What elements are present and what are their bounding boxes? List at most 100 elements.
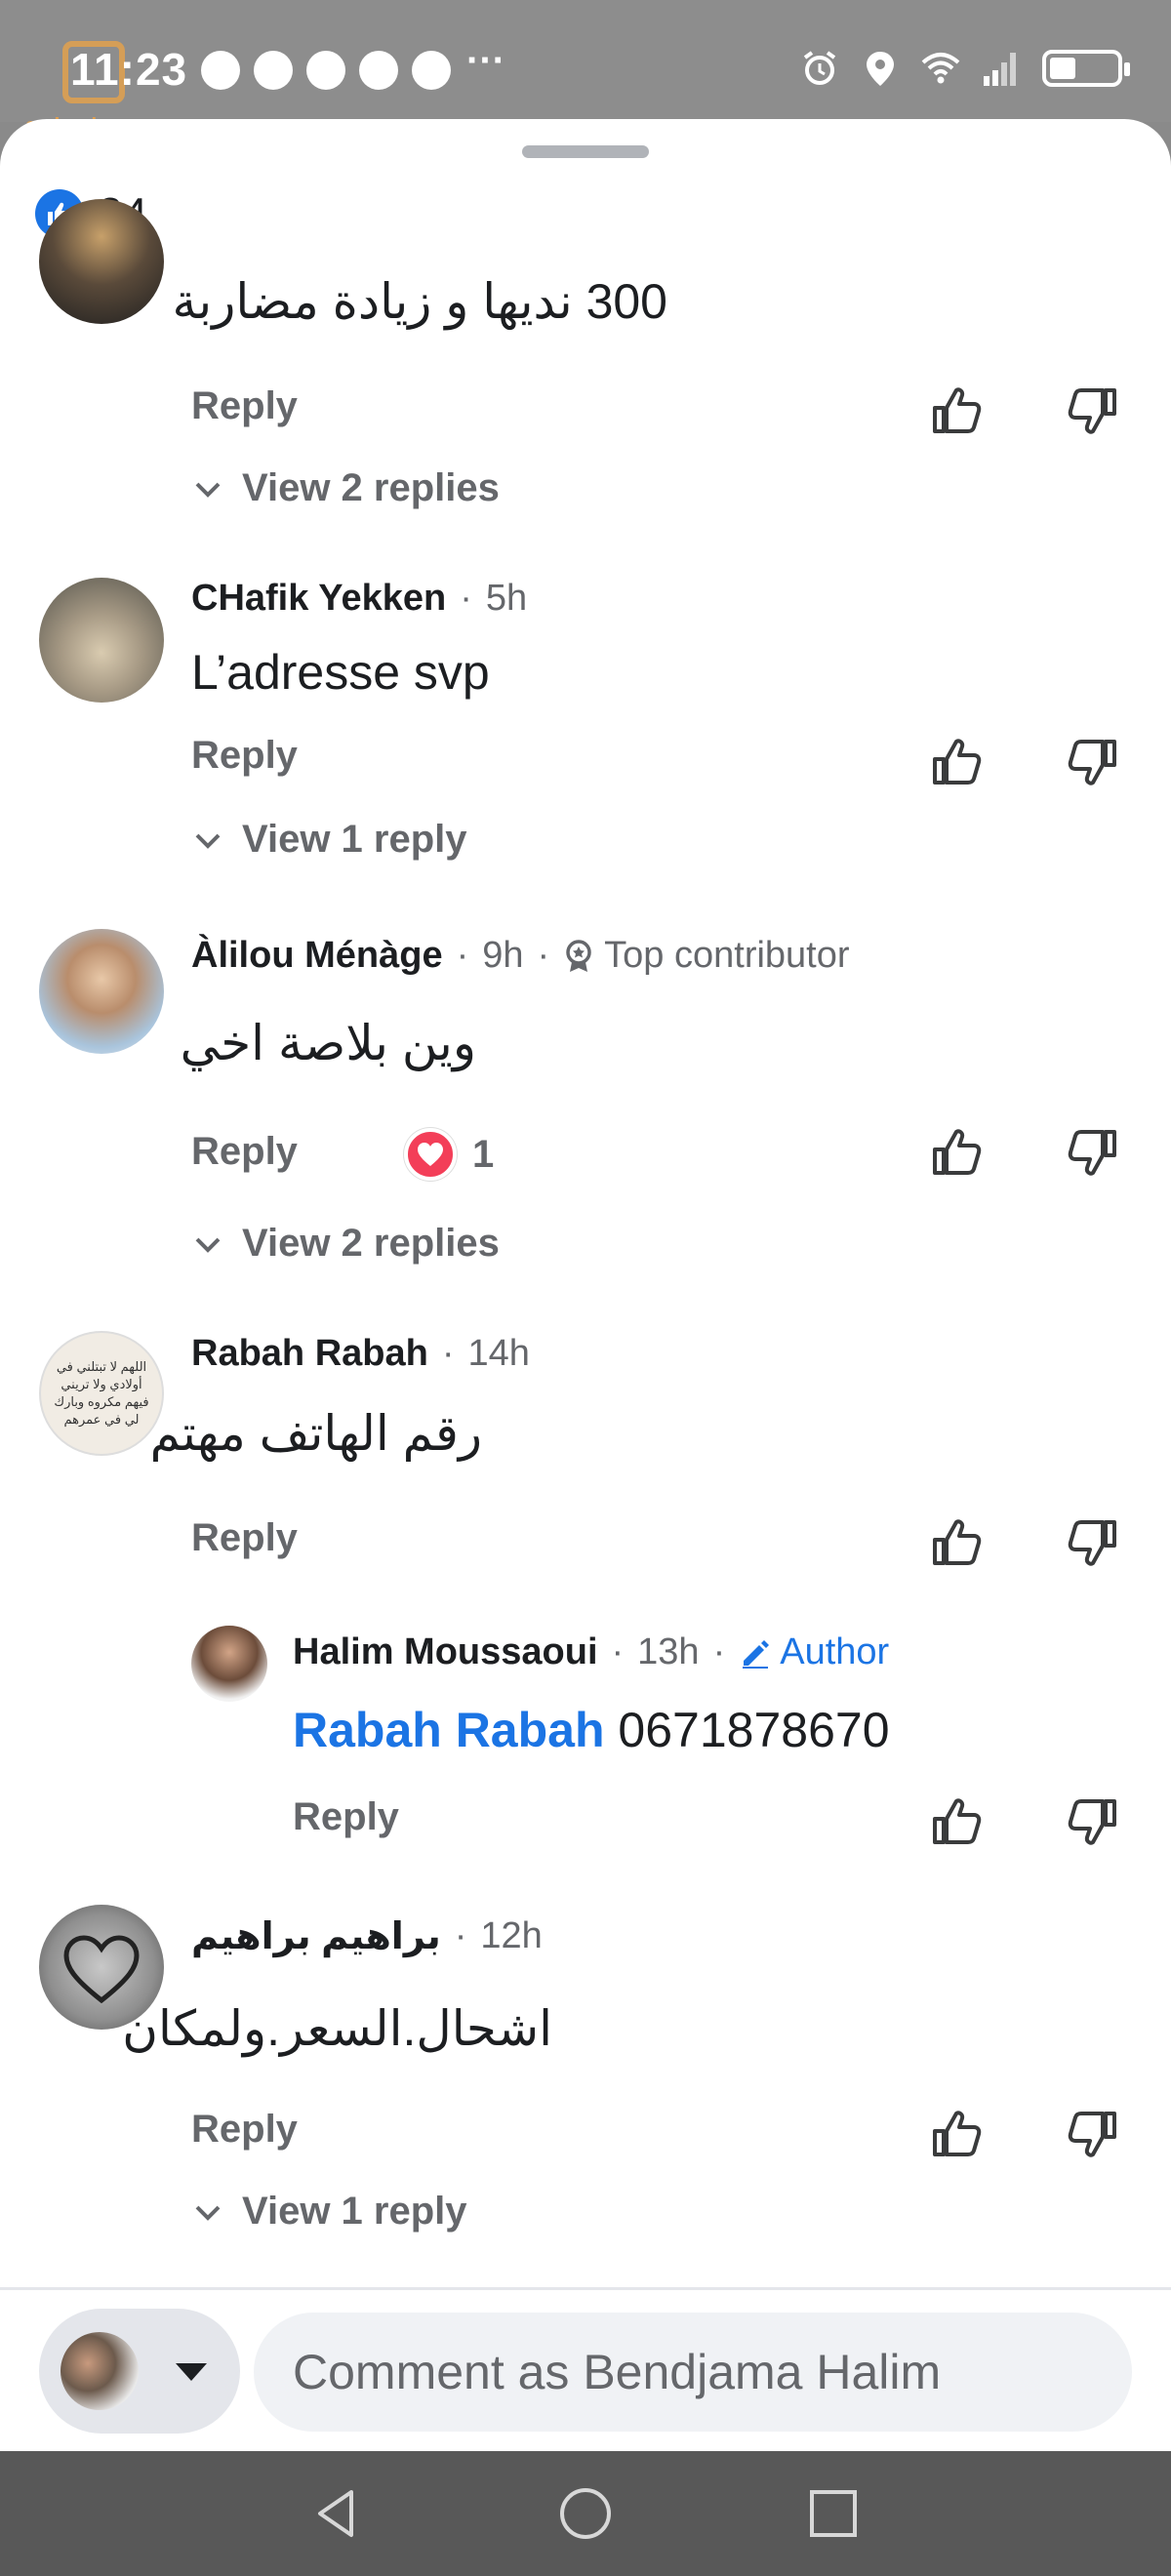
location-icon — [867, 52, 894, 86]
dislike-icon[interactable] — [1066, 734, 1122, 790]
status-bar: swiga | سويقة 11:23 ··· — [0, 0, 1171, 138]
author-badge-label: Author — [780, 1631, 890, 1672]
comment-header: CHafik Yekken · 5h — [191, 578, 527, 620]
recents-icon[interactable] — [804, 2484, 863, 2543]
reply-button[interactable]: Reply — [191, 734, 298, 778]
view-replies-button[interactable]: View 2 replies — [191, 1222, 500, 1266]
timestamp: 14h — [467, 1333, 530, 1374]
reply-button[interactable]: Reply — [191, 2108, 298, 2152]
like-icon[interactable] — [927, 734, 984, 790]
like-icon[interactable] — [927, 382, 984, 439]
comment-body: وين بلاصة اخي — [180, 1016, 476, 1070]
avatar[interactable] — [191, 1626, 267, 1702]
chevron-down-icon — [195, 482, 221, 498]
reply-button[interactable]: Reply — [191, 1516, 298, 1560]
comment-body-text: 0671878670 — [618, 1703, 890, 1757]
chevron-down-icon — [195, 833, 221, 849]
sheet-drag-handle[interactable] — [522, 145, 649, 158]
like-icon[interactable] — [927, 1124, 984, 1181]
comments-sheet: 24 300 نديها و زيادة مضاربة Reply View 2… — [0, 119, 1171, 2451]
avatar[interactable] — [39, 199, 164, 324]
wifi-icon — [921, 53, 960, 84]
separator: · — [456, 935, 469, 976]
comment-header: براهيم براهيم · 12h — [191, 1914, 543, 1958]
author-name[interactable]: براهيم براهيم — [191, 1914, 441, 1958]
dislike-icon[interactable] — [1066, 2106, 1122, 2162]
view-replies-button[interactable]: View 1 reply — [191, 2190, 467, 2234]
avatar — [61, 2332, 139, 2410]
dislike-icon[interactable] — [1066, 1514, 1122, 1571]
separator: · — [454, 1915, 467, 1956]
comment-header: Rabah Rabah · 14h — [191, 1333, 530, 1375]
comment-body: L’adresse svp — [191, 645, 490, 700]
dislike-icon[interactable] — [1066, 382, 1122, 439]
signal-icon — [984, 53, 1016, 86]
avatar-text: اللهم لا تبتلني في أولادي ولا تريني فيهم… — [54, 1359, 149, 1427]
dislike-icon[interactable] — [1066, 1124, 1122, 1181]
separator: · — [460, 578, 472, 619]
author-name[interactable]: Halim Moussaoui — [293, 1631, 598, 1673]
chevron-down-icon — [195, 1237, 221, 1253]
love-reaction-icon — [404, 1128, 457, 1181]
like-icon[interactable] — [927, 1514, 984, 1571]
avatar[interactable] — [39, 929, 164, 1054]
badge-label: Top contributor — [604, 935, 850, 976]
author-name[interactable]: CHafik Yekken — [191, 578, 446, 620]
author-name[interactable]: Rabah Rabah — [191, 1333, 428, 1375]
more-notifications-indicator: ··· — [466, 39, 505, 82]
view-replies-button[interactable]: View 2 replies — [191, 466, 500, 510]
system-nav-bar — [0, 2451, 1171, 2576]
like-icon[interactable] — [927, 2106, 984, 2162]
chat-bubble-icon — [359, 51, 398, 90]
back-icon[interactable] — [308, 2484, 367, 2543]
comment-composer — [0, 2291, 1171, 2451]
separator: · — [611, 1631, 625, 1672]
messenger-icon — [306, 51, 345, 90]
reply-button[interactable]: Reply — [191, 384, 298, 428]
messenger-icon — [254, 51, 293, 90]
notification-icons — [201, 51, 451, 90]
messenger-icon — [412, 51, 451, 90]
reaction-summary[interactable]: 1 — [404, 1128, 494, 1181]
comment-body: رقم الهاتف مهتم — [149, 1406, 482, 1461]
messenger-icon — [201, 51, 240, 90]
view-replies-label: View 1 reply — [242, 2190, 467, 2233]
comment-body: اشحال.السعر.ولمكان — [122, 2001, 552, 2056]
avatar[interactable]: اللهم لا تبتلني في أولادي ولا تريني فيهم… — [39, 1331, 164, 1456]
comment-body: Rabah Rabah 0671878670 — [293, 1702, 890, 1758]
avatar[interactable] — [39, 578, 164, 703]
comment-header: Àlilou Ménàge · 9h · Top contributor — [191, 935, 850, 977]
author-name[interactable]: Àlilou Ménàge — [191, 935, 443, 977]
comment-input[interactable] — [254, 2313, 1132, 2432]
reaction-count: 1 — [472, 1132, 495, 1176]
dislike-icon[interactable] — [1066, 1793, 1122, 1850]
like-icon[interactable] — [927, 1793, 984, 1850]
separator: · — [537, 935, 550, 976]
home-icon[interactable] — [556, 2484, 615, 2543]
view-replies-button[interactable]: View 1 reply — [191, 818, 467, 862]
reply-button[interactable]: Reply — [191, 1130, 298, 1174]
timestamp: 9h — [482, 935, 524, 976]
chevron-down-icon — [195, 2205, 221, 2221]
separator: · — [712, 1631, 726, 1672]
comment-body: 300 نديها و زيادة مضاربة — [172, 274, 667, 329]
reply-button[interactable]: Reply — [293, 1795, 399, 1839]
comment-header: Halim Moussaoui · 13h · Author — [293, 1631, 889, 1673]
caret-down-icon — [176, 2363, 207, 2381]
alarm-icon — [803, 51, 836, 85]
top-contributor-badge: Top contributor — [563, 935, 850, 977]
mention-link[interactable]: Rabah Rabah — [293, 1703, 605, 1757]
status-time: 11:23 — [70, 44, 188, 95]
view-replies-label: View 2 replies — [242, 1222, 500, 1265]
pencil-icon — [743, 1639, 770, 1669]
composer-divider — [0, 2287, 1171, 2290]
timestamp: 5h — [485, 578, 528, 619]
timestamp: 12h — [480, 1915, 543, 1956]
account-switcher[interactable] — [39, 2309, 240, 2434]
badge-icon — [566, 939, 591, 972]
separator: · — [441, 1333, 455, 1374]
view-replies-label: View 2 replies — [242, 466, 500, 509]
system-icons — [800, 49, 1130, 88]
view-replies-label: View 1 reply — [242, 818, 467, 861]
timestamp: 13h — [637, 1631, 700, 1672]
